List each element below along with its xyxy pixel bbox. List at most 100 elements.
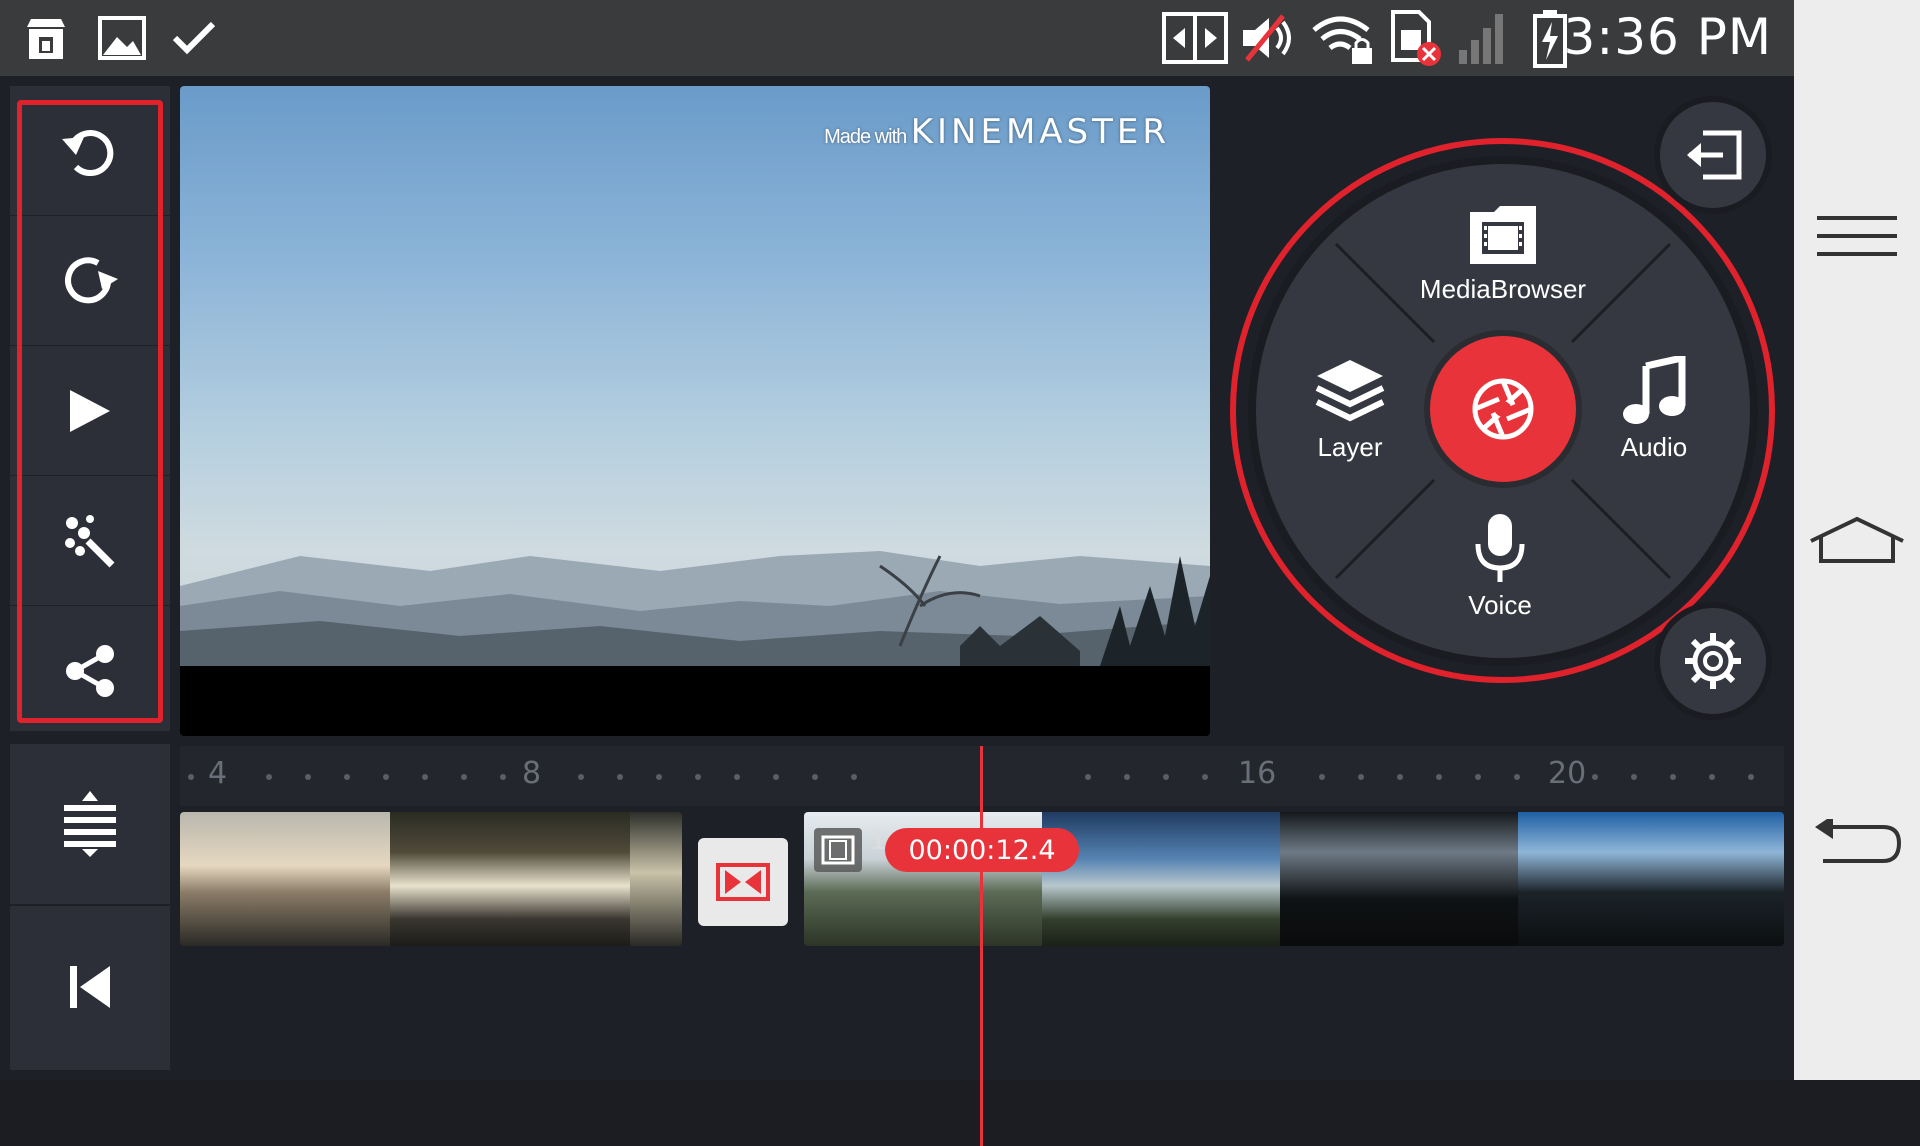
transition-button[interactable] — [698, 838, 788, 926]
clip-thumbnail — [1280, 812, 1518, 946]
ruler-tick — [617, 774, 623, 780]
ruler-label: 16 — [1238, 756, 1277, 791]
ruler-tick — [1085, 774, 1091, 780]
ruler-tick — [266, 774, 272, 780]
ruler-tick — [500, 774, 506, 780]
ruler-tick — [578, 774, 584, 780]
mute-icon — [1238, 10, 1300, 66]
ruler-tick — [1124, 774, 1130, 780]
audio-button[interactable]: Audio — [1604, 356, 1704, 463]
ruler-tick — [695, 774, 701, 780]
menu-button[interactable] — [1794, 176, 1920, 296]
timeline-toolbar — [10, 744, 170, 1070]
skip-to-start-icon — [70, 966, 110, 1008]
clip-thumbnail — [390, 812, 630, 946]
layer-icon — [1315, 360, 1385, 422]
ruler-tick — [422, 774, 428, 780]
play-button[interactable] — [10, 346, 170, 476]
skip-to-start-button[interactable] — [10, 906, 170, 1068]
media-browser-label: MediaBrowser — [1419, 274, 1587, 304]
ruler-tick — [656, 774, 662, 780]
camera-icon — [1472, 378, 1534, 440]
clip-type-badge — [814, 828, 862, 872]
expand-icon — [64, 791, 116, 857]
ruler-tick — [1319, 774, 1325, 780]
ruler-tick — [305, 774, 311, 780]
undo-button[interactable] — [10, 86, 170, 216]
ruler-tick — [773, 774, 779, 780]
media-browser-button[interactable]: MediaBrowser — [1408, 204, 1598, 305]
clock: 3:36 PM — [1563, 8, 1772, 66]
clip-thumbnail — [180, 812, 390, 946]
media-browser-icon — [1470, 206, 1536, 264]
back-button[interactable] — [1794, 784, 1920, 904]
video-clip[interactable] — [180, 812, 682, 946]
ruler-tick — [188, 774, 194, 780]
ruler-tick — [1514, 774, 1520, 780]
redo-button[interactable] — [10, 216, 170, 346]
wifi-locked-icon — [1308, 10, 1378, 66]
ruler-tick — [1592, 774, 1598, 780]
share-button[interactable] — [10, 606, 170, 736]
transition-icon — [716, 863, 770, 901]
sim-error-icon — [1386, 10, 1446, 66]
ruler-tick — [344, 774, 350, 780]
preview-frame — [180, 86, 1210, 666]
undo-icon — [62, 129, 114, 176]
exit-icon — [1687, 130, 1742, 180]
ruler-tick — [1163, 774, 1169, 780]
ruler-tick — [734, 774, 740, 780]
ruler-tick — [461, 774, 467, 780]
home-button[interactable] — [1794, 480, 1920, 600]
check-icon — [166, 10, 222, 66]
ruler-tick — [1436, 774, 1442, 780]
screen-mirror-icon — [1160, 10, 1230, 66]
navigation-bar — [1794, 0, 1920, 1080]
ruler-label: 8 — [522, 756, 542, 791]
ruler-label: 20 — [1548, 756, 1587, 791]
ruler-label: 4 — [208, 756, 228, 791]
clip-thumbnail — [1042, 812, 1280, 946]
signal-icon — [1456, 10, 1512, 66]
video-preview[interactable]: Made with KINEMASTER — [180, 86, 1210, 736]
editor-screen: Made with KINEMASTER MediaBrowser Layer — [0, 76, 1794, 1146]
home-icon — [1810, 516, 1904, 563]
timeline-expand-button[interactable] — [10, 744, 170, 906]
voice-button[interactable]: Voice — [1430, 512, 1570, 621]
back-icon — [1815, 819, 1902, 863]
ruler-tick — [1202, 774, 1208, 780]
clip-thumbnail — [630, 812, 682, 946]
watermark: Made with KINEMASTER — [824, 112, 1170, 152]
clip-thumbnail — [1518, 812, 1784, 946]
watermark-small: Made with — [824, 126, 907, 148]
store-icon — [18, 10, 74, 66]
ruler-tick — [1709, 774, 1715, 780]
effects-button[interactable] — [10, 476, 170, 606]
layer-button[interactable]: Layer — [1300, 356, 1400, 463]
ruler-tick — [1358, 774, 1364, 780]
gallery-icon — [94, 10, 150, 66]
share-icon — [66, 645, 114, 697]
ruler-tick — [1670, 774, 1676, 780]
ruler-tick — [383, 774, 389, 780]
effects-icon — [65, 514, 115, 567]
watermark-brand: KINEMASTER — [910, 112, 1170, 152]
exit-button[interactable] — [1654, 96, 1772, 214]
film-icon — [821, 835, 855, 865]
ruler-tick — [812, 774, 818, 780]
layer-label: Layer — [1317, 432, 1383, 462]
menu-icon — [1817, 216, 1897, 256]
music-note-icon — [1623, 356, 1686, 424]
capture-button[interactable] — [1424, 330, 1582, 488]
voice-label: Voice — [1468, 590, 1532, 620]
left-toolbar — [10, 86, 170, 731]
play-icon — [70, 389, 110, 432]
ruler-tick — [1631, 774, 1637, 780]
ruler-tick — [1397, 774, 1403, 780]
playhead[interactable] — [980, 746, 983, 1146]
ruler-tick — [1475, 774, 1481, 780]
settings-icon — [1685, 633, 1741, 689]
microphone-icon — [1475, 514, 1525, 582]
status-bar: 3:36 PM — [0, 0, 1794, 76]
settings-button[interactable] — [1654, 602, 1772, 720]
